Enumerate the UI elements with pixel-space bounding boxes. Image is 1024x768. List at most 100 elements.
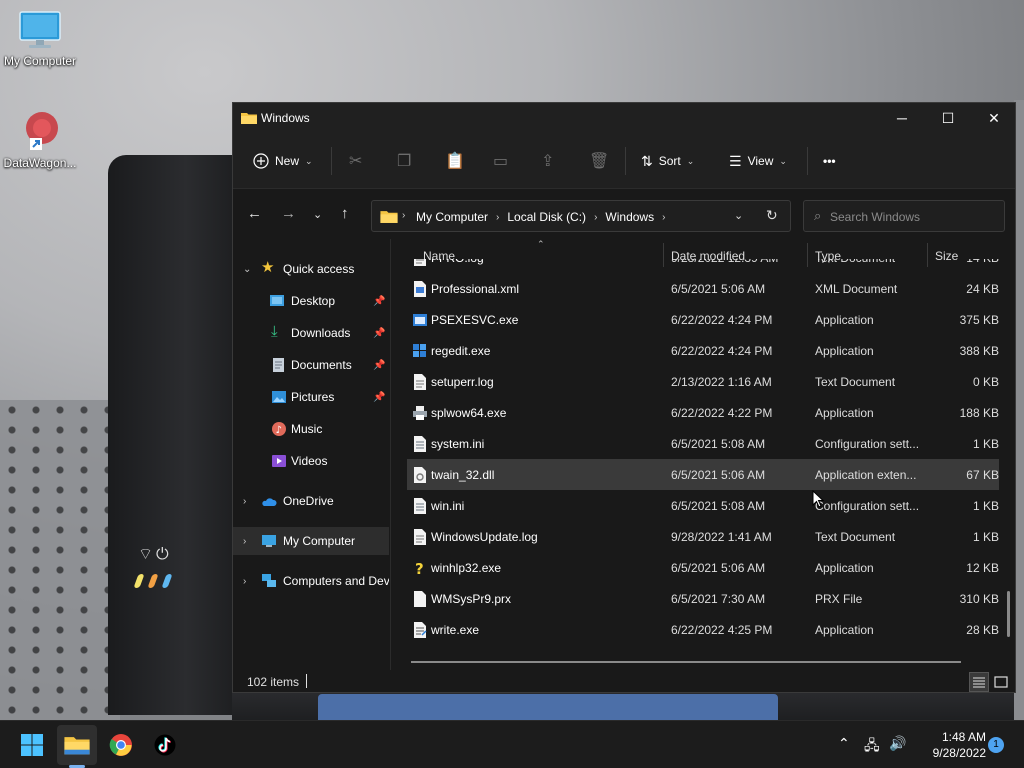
documents-icon xyxy=(273,358,284,372)
download-arrow-icon: ⤓ xyxy=(271,323,278,340)
pin-icon[interactable]: 📌 xyxy=(373,296,385,307)
system-clock[interactable]: 1:48 AM 9/28/2022 xyxy=(912,729,986,761)
nav-quick-access[interactable]: ⌄ ★ Quick access xyxy=(233,255,389,283)
file-row[interactable]: win.ini 6/5/2021 5:08 AM Configuration set… xyxy=(407,490,999,521)
file-size: 12 KB xyxy=(966,560,999,575)
vertical-scrollbar[interactable] xyxy=(1007,591,1010,637)
text-file-icon xyxy=(413,374,427,390)
window-title: Windows xyxy=(261,111,310,125)
volume-icon[interactable]: 🔊 xyxy=(889,735,906,752)
recent-locations-chevron-icon[interactable]: ⌄ xyxy=(313,208,322,221)
show-hidden-icons-chevron-icon[interactable]: ⌃ xyxy=(838,735,850,752)
pin-icon[interactable]: 📌 xyxy=(373,328,385,339)
nav-item-documents[interactable]: Documents 📌 xyxy=(233,351,389,379)
copy-icon[interactable]: ❐ xyxy=(397,149,411,173)
address-dropdown-icon[interactable]: ⌄ xyxy=(734,209,743,222)
search-box[interactable]: ⌕ xyxy=(803,200,1005,232)
taskbar-tiktok[interactable] xyxy=(145,725,185,765)
folder-icon xyxy=(241,113,257,124)
nav-my-computer[interactable]: › My Computer xyxy=(233,527,389,555)
nav-item-videos[interactable]: Videos xyxy=(233,447,389,475)
nav-onedrive[interactable]: › OneDrive xyxy=(233,487,389,515)
help-question-icon: ? xyxy=(413,560,427,578)
file-row[interactable]: write.exe 6/22/2022 4:25 PM Application 28 … xyxy=(407,614,999,645)
file-row[interactable]: Professional.xml 6/5/2021 5:06 AM XML Docu… xyxy=(407,273,999,304)
taskbar-chrome[interactable] xyxy=(101,725,141,765)
up-arrow-icon[interactable]: ↑ xyxy=(341,205,349,222)
breadcrumb-my-computer[interactable]: My Computer xyxy=(416,210,488,224)
start-button[interactable] xyxy=(12,725,52,765)
file-row[interactable]: regedit.exe 6/22/2022 4:24 PM Application 3… xyxy=(407,335,999,366)
forward-arrow-icon[interactable]: → xyxy=(281,205,296,222)
nav-item-desktop[interactable]: Desktop 📌 xyxy=(233,287,389,315)
nav-network[interactable]: › Computers and Dev xyxy=(233,567,389,595)
desktop-icon-datawagon[interactable]: DataWagon... xyxy=(0,108,80,170)
thumbnail-view-button[interactable] xyxy=(991,672,1011,692)
file-row[interactable]: PSEXESVC.exe 6/22/2022 4:24 PM Application… xyxy=(407,304,999,335)
nav-label: Videos xyxy=(291,454,328,468)
desktop-icon-label: DataWagon... xyxy=(3,156,77,170)
share-icon[interactable]: ⇪ xyxy=(541,149,554,173)
close-button[interactable]: ✕ xyxy=(971,103,1017,133)
nav-label: Computers and Dev xyxy=(283,574,389,588)
more-options-button[interactable]: ••• xyxy=(823,149,836,173)
sort-button[interactable]: ⇅ Sort ⌄ xyxy=(641,149,694,173)
file-row[interactable]: ? winhlp32.exe 6/5/2021 5:06 AM Application… xyxy=(407,552,999,583)
refresh-icon[interactable]: ↻ xyxy=(766,207,778,224)
breadcrumb-chevron-icon: › xyxy=(594,211,598,223)
desktop-folder-icon xyxy=(270,295,284,306)
maximize-button[interactable]: ☐ xyxy=(925,103,971,133)
sort-ascending-icon: ⌃ xyxy=(537,239,545,249)
dll-file-icon xyxy=(413,467,427,483)
file-row[interactable]: PFRO.log 9/28/2022 12:39 AM Text Document 1… xyxy=(407,259,999,273)
paste-icon[interactable]: 📋 xyxy=(445,149,465,173)
file-type: Text Document xyxy=(815,374,896,389)
chevron-down-icon: ⌄ xyxy=(305,155,313,166)
file-type: Text Document xyxy=(815,529,896,544)
file-row[interactable]: twain_32.dll 6/5/2021 5:06 AM Application … xyxy=(407,459,999,490)
file-size: 388 KB xyxy=(959,343,999,358)
file-row[interactable]: WindowsUpdate.log 9/28/2022 1:41 AM Text D… xyxy=(407,521,999,552)
minimize-button[interactable]: ─ xyxy=(879,103,925,133)
file-type: Text Document xyxy=(815,259,927,265)
horizontal-scrollbar[interactable] xyxy=(411,661,961,663)
new-button[interactable]: New ⌄ xyxy=(253,149,313,173)
file-row[interactable]: WMSysPr9.prx 6/5/2021 7:30 AM PRX File 310 … xyxy=(407,583,999,614)
file-row[interactable]: splwow64.exe 6/22/2022 4:22 PM Application… xyxy=(407,397,999,428)
file-type: PRX File xyxy=(815,591,863,606)
rename-icon[interactable]: ▭ xyxy=(493,149,508,173)
taskbar-file-explorer[interactable] xyxy=(57,725,97,765)
xml-file-icon xyxy=(413,281,427,297)
title-bar[interactable]: Windows ─ ☐ ✕ xyxy=(233,103,1015,133)
nav-item-pictures[interactable]: Pictures 📌 xyxy=(233,383,389,411)
file-date: 6/5/2021 5:08 AM xyxy=(671,498,766,513)
search-input[interactable] xyxy=(830,207,1000,227)
breadcrumb[interactable]: › My Computer › Local Disk (C:) › Window… xyxy=(371,200,791,232)
breadcrumb-local-disk[interactable]: Local Disk (C:) xyxy=(507,210,586,224)
pin-icon[interactable]: 📌 xyxy=(373,392,385,403)
delete-icon[interactable]: 🗑 xyxy=(589,149,609,173)
file-name: twain_32.dll xyxy=(431,467,495,482)
pin-icon[interactable]: 📌 xyxy=(373,360,385,371)
file-row[interactable]: system.ini 6/5/2021 5:08 AM Configuration … xyxy=(407,428,999,459)
file-date: 6/22/2022 4:24 PM xyxy=(671,312,773,327)
cut-icon[interactable]: ✂ xyxy=(349,149,362,173)
notification-badge[interactable]: 1 xyxy=(988,737,1004,753)
chrome-icon xyxy=(109,734,132,756)
file-row[interactable]: setuperr.log 2/13/2022 1:16 AM Text Docume… xyxy=(407,366,999,397)
back-arrow-icon[interactable]: ← xyxy=(247,205,262,222)
svg-text:?: ? xyxy=(415,560,424,576)
chevron-right-icon: › xyxy=(243,575,247,587)
nav-item-downloads[interactable]: ⤓ Downloads 📌 xyxy=(233,319,389,347)
network-icon[interactable]: 🖧 xyxy=(864,735,880,759)
tiktok-icon xyxy=(154,734,176,756)
view-button[interactable]: ☰ View ⌄ xyxy=(729,149,787,173)
nav-item-music[interactable]: ♪ Music xyxy=(233,415,389,443)
breadcrumb-windows[interactable]: Windows xyxy=(605,210,654,224)
file-name: Professional.xml xyxy=(431,281,520,296)
network-computers-icon xyxy=(262,574,276,587)
file-size: 310 KB xyxy=(959,591,999,606)
details-view-button[interactable] xyxy=(969,672,989,692)
desktop-icon-my-computer[interactable]: My Computer xyxy=(0,10,80,68)
file-date: 6/5/2021 5:06 AM xyxy=(671,281,766,296)
